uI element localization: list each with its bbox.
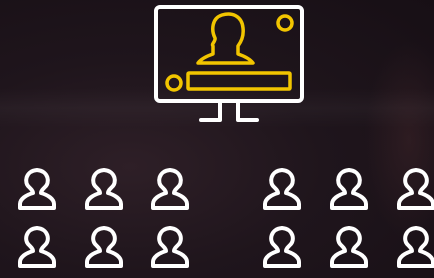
audience-person-icon bbox=[18, 226, 56, 268]
audience-person-icon bbox=[263, 226, 301, 268]
screen-dot-bottom-left bbox=[165, 74, 183, 92]
audience-group bbox=[18, 168, 434, 268]
audience-person-icon bbox=[151, 168, 189, 210]
illustration-canvas bbox=[18, 5, 434, 268]
audience-person-icon bbox=[18, 168, 56, 210]
audience-person-icon bbox=[397, 168, 434, 210]
audience-person-icon bbox=[330, 168, 368, 210]
webinar-illustration bbox=[0, 0, 434, 278]
screen-dot-top-right bbox=[276, 14, 294, 32]
audience-person-icon bbox=[330, 226, 368, 268]
audience-person-icon bbox=[397, 226, 434, 268]
presenter-desk bbox=[186, 71, 292, 91]
monitor-stand bbox=[199, 99, 259, 122]
audience-person-icon bbox=[263, 168, 301, 210]
audience-person-icon bbox=[85, 226, 123, 268]
audience-person-icon bbox=[151, 226, 189, 268]
presenter-head bbox=[196, 12, 255, 65]
audience-person-icon bbox=[85, 168, 123, 210]
presenter-icon bbox=[165, 12, 294, 92]
